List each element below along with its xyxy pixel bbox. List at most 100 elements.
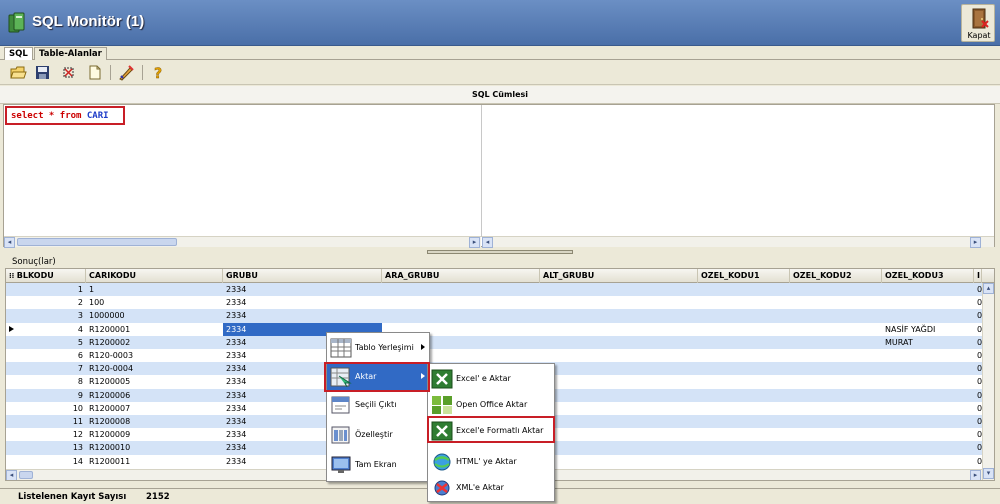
cell-blkodu[interactable]: 5 xyxy=(6,336,86,349)
scroll-thumb[interactable] xyxy=(19,471,33,479)
cell-ozel-kodu3[interactable] xyxy=(882,428,974,441)
submenu-item-excel-aktar[interactable]: Excel' e Aktar xyxy=(428,366,554,392)
grid-vscrollbar[interactable]: ▴ ▾ xyxy=(982,283,994,480)
menu-item-tablo-yerlesimi[interactable]: Tablo Yerleşimi xyxy=(327,335,429,361)
tab-table-alanlar[interactable]: Table-Alanlar xyxy=(34,47,107,60)
cell-carikodu[interactable]: 1000000 xyxy=(86,309,223,322)
cell-blkodu[interactable]: 13 xyxy=(6,441,86,454)
cell-ozel-kodu3[interactable] xyxy=(882,389,974,402)
cell-extra[interactable]: 0 xyxy=(974,415,982,428)
editor-right-hscrollbar[interactable]: ◂ ▸ xyxy=(482,236,994,248)
cell-ozel-kodu3[interactable]: MURAT xyxy=(882,336,974,349)
cell-ozel-kodu3[interactable] xyxy=(882,375,974,388)
cell-extra[interactable]: 0 xyxy=(974,309,982,322)
column-header-extra[interactable]: I xyxy=(974,269,982,283)
cell-carikodu[interactable]: R1200007 xyxy=(86,402,223,415)
cell-extra[interactable]: 0 xyxy=(974,349,982,362)
cell-blkodu[interactable]: 3 xyxy=(6,309,86,322)
cell-carikodu[interactable]: R1200001 xyxy=(86,323,223,336)
open-icon[interactable] xyxy=(10,64,27,81)
cell-extra[interactable]: 0 xyxy=(974,283,982,296)
table-row[interactable]: 3 1000000 2334 0 xyxy=(6,309,982,323)
panel-splitter[interactable] xyxy=(0,248,1000,256)
cell-grubu[interactable]: 2334 xyxy=(223,296,382,309)
cell-blkodu[interactable]: 2 xyxy=(6,296,86,309)
help-icon[interactable]: ? xyxy=(150,64,167,81)
cell-ozel-kodu3[interactable] xyxy=(882,441,974,454)
column-header-ozel-kodu1[interactable]: OZEL_KODU1 xyxy=(698,269,790,283)
cell-blkodu[interactable]: 9 xyxy=(6,389,86,402)
submenu-item-html-aktar[interactable]: HTML' ye Aktar xyxy=(428,449,554,475)
scroll-right-icon[interactable]: ▸ xyxy=(469,237,480,248)
table-row[interactable]: 2 100 2334 0 xyxy=(6,296,982,309)
column-header-grubu[interactable]: GRUBU xyxy=(223,269,382,283)
cell-extra[interactable]: 0 xyxy=(974,323,982,336)
cell-extra[interactable]: 0 xyxy=(974,441,982,454)
cell-blkodu[interactable]: 6 xyxy=(6,349,86,362)
save-icon[interactable] xyxy=(34,64,51,81)
cell-extra[interactable]: 0 xyxy=(974,428,982,441)
scroll-up-icon[interactable]: ▴ xyxy=(983,283,994,294)
submenu-item-open-office-aktar[interactable]: Open Office Aktar xyxy=(428,392,554,418)
scroll-right-icon[interactable]: ▸ xyxy=(970,470,981,480)
cell-blkodu[interactable]: 8 xyxy=(6,375,86,388)
cell-ozel-kodu3[interactable] xyxy=(882,309,974,322)
column-header-ara-grubu[interactable]: ARA_GRUBU xyxy=(382,269,540,283)
cell-ozel-kodu3[interactable] xyxy=(882,415,974,428)
splitter-grip[interactable] xyxy=(427,250,573,254)
cell-ozel-kodu3[interactable] xyxy=(882,402,974,415)
cell-grubu[interactable]: 2334 xyxy=(223,309,382,322)
cell-carikodu[interactable]: R1200005 xyxy=(86,375,223,388)
cell-extra[interactable]: 0 xyxy=(974,375,982,388)
menu-item-ozellestir[interactable]: Özelleştir xyxy=(327,422,429,448)
cell-extra[interactable]: 0 xyxy=(974,362,982,375)
menu-item-tam-ekran[interactable]: Tam Ekran xyxy=(327,452,429,478)
table-row[interactable]: 4 R1200001 2334 NASİF YAĞDI 0 xyxy=(6,322,982,336)
edit-icon[interactable] xyxy=(118,64,135,81)
menu-item-secili-cikti[interactable]: Seçili Çıktı xyxy=(327,392,429,418)
editor-left-hscrollbar[interactable]: ◂ ▸ xyxy=(4,236,481,248)
cell-carikodu[interactable]: R1200002 xyxy=(86,336,223,349)
column-header-ozel-kodu2[interactable]: OZEL_KODU2 xyxy=(790,269,882,283)
cell-grubu[interactable]: 2334 xyxy=(223,283,382,296)
cell-carikodu[interactable]: R1200008 xyxy=(86,415,223,428)
column-header-alt-grubu[interactable]: ALT_GRUBU xyxy=(540,269,698,283)
cell-carikodu[interactable]: R1200009 xyxy=(86,428,223,441)
cell-carikodu[interactable]: R120-0003 xyxy=(86,349,223,362)
cell-ozel-kodu3[interactable] xyxy=(882,349,974,362)
cell-carikodu[interactable]: R1200010 xyxy=(86,441,223,454)
column-header-ozel-kodu3[interactable]: OZEL_KODU3 xyxy=(882,269,974,283)
cell-ozel-kodu3[interactable] xyxy=(882,283,974,296)
cell-ozel-kodu3[interactable] xyxy=(882,362,974,375)
new-icon[interactable] xyxy=(86,64,103,81)
cell-extra[interactable]: 0 xyxy=(974,296,982,309)
clear-icon[interactable] xyxy=(60,64,77,81)
scroll-down-icon[interactable]: ▾ xyxy=(983,468,994,479)
scroll-right-icon[interactable]: ▸ xyxy=(970,237,981,248)
submenu-item-xml-aktar[interactable]: XML'e Aktar xyxy=(428,475,554,501)
cell-blkodu[interactable]: 4 xyxy=(6,323,86,336)
cell-blkodu[interactable]: 10 xyxy=(6,402,86,415)
cell-carikodu[interactable]: 100 xyxy=(86,296,223,309)
cell-carikodu[interactable]: R1200006 xyxy=(86,389,223,402)
cell-carikodu[interactable]: R1200011 xyxy=(86,455,223,468)
tab-sql[interactable]: SQL xyxy=(4,47,33,60)
column-header-carikodu[interactable]: CARIKODU xyxy=(86,269,223,283)
close-button[interactable]: Kapat xyxy=(961,4,995,42)
cell-extra[interactable]: 0 xyxy=(974,455,982,468)
cell-ozel-kodu3[interactable] xyxy=(882,455,974,468)
table-row[interactable]: 6 R120-0003 2334 0 xyxy=(6,349,982,362)
sql-query-text[interactable]: select * from CARI xyxy=(11,111,109,121)
scroll-left-icon[interactable]: ◂ xyxy=(4,237,15,248)
cell-carikodu[interactable]: 1 xyxy=(86,283,223,296)
scroll-left-icon[interactable]: ◂ xyxy=(6,470,17,480)
cell-blkodu[interactable]: 14 xyxy=(6,455,86,468)
table-row[interactable]: 1 1 2334 0 xyxy=(6,283,982,297)
cell-carikodu[interactable]: R120-0004 xyxy=(86,362,223,375)
cell-blkodu[interactable]: 1 xyxy=(6,283,86,296)
cell-ozel-kodu3[interactable] xyxy=(882,296,974,309)
cell-blkodu[interactable]: 12 xyxy=(6,428,86,441)
sql-editor[interactable]: select * from CARI ◂ ▸ ◂ ▸ xyxy=(3,104,995,248)
cell-extra[interactable]: 0 xyxy=(974,402,982,415)
cell-ozel-kodu3[interactable]: NASİF YAĞDI xyxy=(882,323,974,336)
